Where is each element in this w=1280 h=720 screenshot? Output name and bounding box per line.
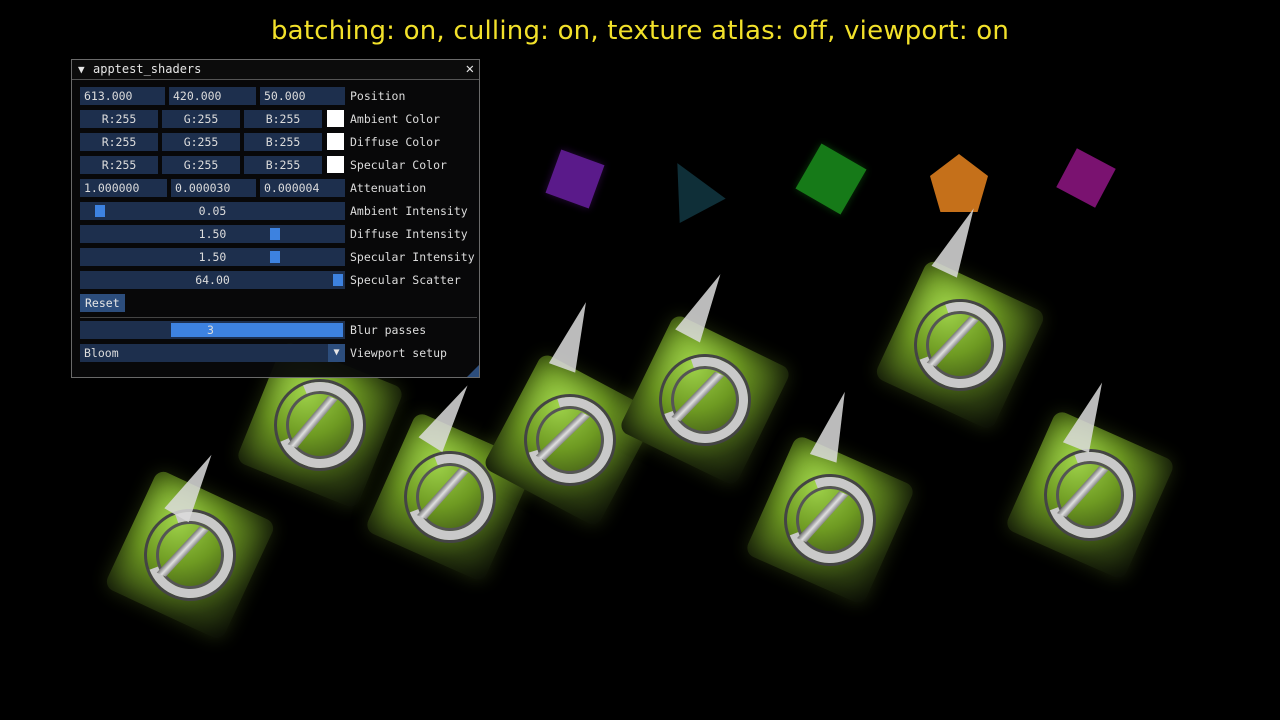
window-title: apptest_shaders [93,62,202,76]
logo-tile-icon [873,258,1047,432]
separator [80,317,477,318]
chevron-down-icon[interactable]: ▼ [328,344,345,362]
orange-pentagon-icon [930,154,988,212]
blur-passes-value: 3 [207,323,214,337]
specular-color-label: Specular Color [350,158,447,172]
blur-passes-fill [171,323,343,337]
specular-intensity-slider[interactable]: 1.50 [80,248,345,266]
logo-ring [1033,438,1147,552]
specular-scatter-value: 64.00 [195,273,230,287]
ambient-intensity-row: 0.05 Ambient Intensity [80,202,477,220]
diffuse-color-row: R:255 G:255 B:255 Diffuse Color [80,133,477,151]
diffuse-b-input[interactable]: B:255 [244,133,322,151]
specular-intensity-row: 1.50 Specular Intensity [80,248,477,266]
attenuation-quadratic-input[interactable]: 0.000004 [260,179,345,197]
reset-button[interactable]: Reset [80,294,125,312]
ambient-color-label: Ambient Color [350,112,441,126]
diffuse-intensity-row: 1.50 Diffuse Intensity [80,225,477,243]
slider-grab[interactable] [270,251,281,263]
specular-color-swatch[interactable] [327,156,344,173]
blur-passes-slider[interactable]: 3 [80,321,345,339]
diffuse-color-swatch[interactable] [327,133,344,150]
grey-cone-icon [675,267,733,343]
green-cube-icon [795,143,867,215]
slider-grab[interactable] [333,274,343,286]
blur-passes-label: Blur passes [350,323,427,337]
diffuse-intensity-label: Diffuse Intensity [350,227,468,241]
attenuation-linear-input[interactable]: 0.000030 [171,179,256,197]
specular-intensity-label: Specular Intensity [350,250,475,264]
specular-intensity-value: 1.50 [198,250,227,264]
viewport-setup-row: Bloom ▼ Viewport setup [80,344,477,362]
position-z-input[interactable]: 50.000 [260,87,345,105]
grey-cone-icon [548,297,600,373]
viewport-setup-combo[interactable]: Bloom ▼ [80,344,345,362]
position-label: Position [350,89,406,103]
logo-tile-icon [618,313,792,487]
diffuse-g-input[interactable]: G:255 [162,133,240,151]
diffuse-r-input[interactable]: R:255 [80,133,158,151]
specular-b-input[interactable]: B:255 [244,156,322,174]
logo-ring [511,381,629,499]
diffuse-intensity-slider[interactable]: 1.50 [80,225,345,243]
position-row: 613.000 420.000 50.000 Position [80,87,477,105]
shader-settings-window[interactable]: ▼ apptest_shaders ✕ 613.000 420.000 50.0… [71,59,480,378]
specular-scatter-label: Specular Scatter [350,273,461,287]
slider-grab[interactable] [270,228,281,240]
ambient-color-swatch[interactable] [327,110,344,127]
ambient-intensity-value: 0.05 [198,204,227,218]
grey-cone-icon [809,387,859,463]
purple-cube-icon [545,149,605,209]
attenuation-label: Attenuation [350,181,427,195]
ambient-intensity-slider[interactable]: 0.05 [80,202,345,220]
specular-scatter-row: 64.00 Specular Scatter [80,271,477,289]
magenta-cube-icon [1056,148,1116,208]
ambient-r-input[interactable]: R:255 [80,110,158,128]
ambient-intensity-label: Ambient Intensity [350,204,468,218]
ambient-color-row: R:255 G:255 B:255 Ambient Color [80,110,477,128]
grey-cone-icon [931,202,987,278]
close-icon[interactable]: ✕ [466,60,474,79]
diffuse-intensity-value: 1.50 [198,227,227,241]
specular-r-input[interactable]: R:255 [80,156,158,174]
diffuse-color-label: Diffuse Color [350,135,441,149]
specular-scatter-slider[interactable]: 64.00 [80,271,345,289]
resize-grip-icon[interactable] [467,365,479,377]
viewport-setup-value: Bloom [84,346,119,360]
logo-ring [773,463,887,577]
viewport-setup-label: Viewport setup [350,346,447,360]
attenuation-row: 1.000000 0.000030 0.000004 Attenuation [80,179,477,197]
logo-ring [647,342,763,458]
blur-passes-row: 3 Blur passes [80,321,477,339]
window-titlebar[interactable]: ▼ apptest_shaders ✕ [72,60,479,80]
specular-g-input[interactable]: G:255 [162,156,240,174]
specular-color-row: R:255 G:255 B:255 Specular Color [80,156,477,174]
ambient-g-input[interactable]: G:255 [162,110,240,128]
ambient-b-input[interactable]: B:255 [244,110,322,128]
position-y-input[interactable]: 420.000 [169,87,256,105]
slider-grab[interactable] [94,205,105,217]
logo-ring [264,369,376,481]
position-x-input[interactable]: 613.000 [80,87,165,105]
collapse-icon[interactable]: ▼ [78,60,85,79]
logo-ring [902,287,1018,403]
teal-cone-icon [654,150,726,224]
attenuation-constant-input[interactable]: 1.000000 [80,179,167,197]
